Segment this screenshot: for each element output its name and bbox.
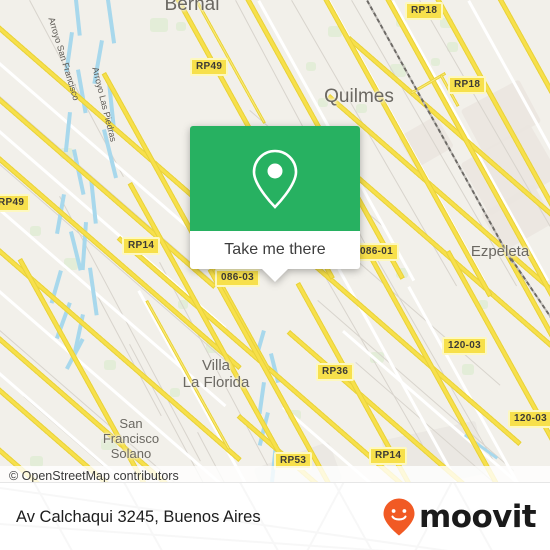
landuse-park [431,58,440,66]
landuse-park [306,62,316,71]
river [257,382,266,415]
route-shield-rp49[interactable]: RP49 [190,58,229,76]
route-shield-rp18[interactable]: RP18 [405,2,444,20]
footer-bar: Av Calchaqui 3245, Buenos Aires moovit [0,482,550,550]
place-label-san-francisco-solano: San Francisco Solano [102,416,160,461]
route-shield-rp36[interactable]: RP36 [316,363,355,381]
popup-action-button[interactable]: Take me there [190,231,360,269]
route-shield-rp18[interactable]: RP18 [448,76,487,94]
landuse-park [176,22,186,31]
river [106,0,117,44]
route-shield-rp14[interactable]: RP14 [122,237,161,255]
attribution-bar: © OpenStreetMap contributors [0,466,550,482]
landuse-park [104,360,116,370]
moovit-wordmark: moovit [419,498,537,535]
attribution-text[interactable]: © OpenStreetMap contributors [0,469,179,483]
map-screenshot: Arroyo San Francisco Arroyo Las Piedras … [0,0,550,550]
place-label-bernal: Bernal [164,0,220,15]
place-label-ezpeleta: Ezpeleta [470,243,530,260]
moovit-smiley-pin-icon [383,498,415,536]
place-label-villa-la-florida: Villa La Florida [182,357,250,391]
popup-action-label: Take me there [224,241,326,258]
map-pin-icon [252,149,298,209]
map-canvas[interactable]: Arroyo San Francisco Arroyo Las Piedras … [0,0,550,482]
river [74,0,82,36]
location-popup[interactable]: Take me there [190,126,360,282]
landuse-park [150,18,168,32]
place-label-quilmes: Quilmes [324,86,394,107]
landuse-park [30,226,41,236]
route-shield-rp14[interactable]: RP14 [369,447,408,465]
route-shield-120-03[interactable]: 120-03 [442,337,487,355]
route-shield-120-03[interactable]: 120-03 [508,410,550,428]
route-shield-rp49[interactable]: RP49 [0,194,31,212]
address-text: Av Calchaqui 3245, Buenos Aires [16,507,261,526]
route-shield-086-03[interactable]: 086-03 [215,269,260,287]
popup-icon-area [190,126,360,231]
moovit-logo[interactable]: moovit [382,497,550,537]
popup-tail [262,269,288,282]
landuse-park [462,364,474,375]
route-shield-086-01[interactable]: 086-01 [354,243,399,261]
